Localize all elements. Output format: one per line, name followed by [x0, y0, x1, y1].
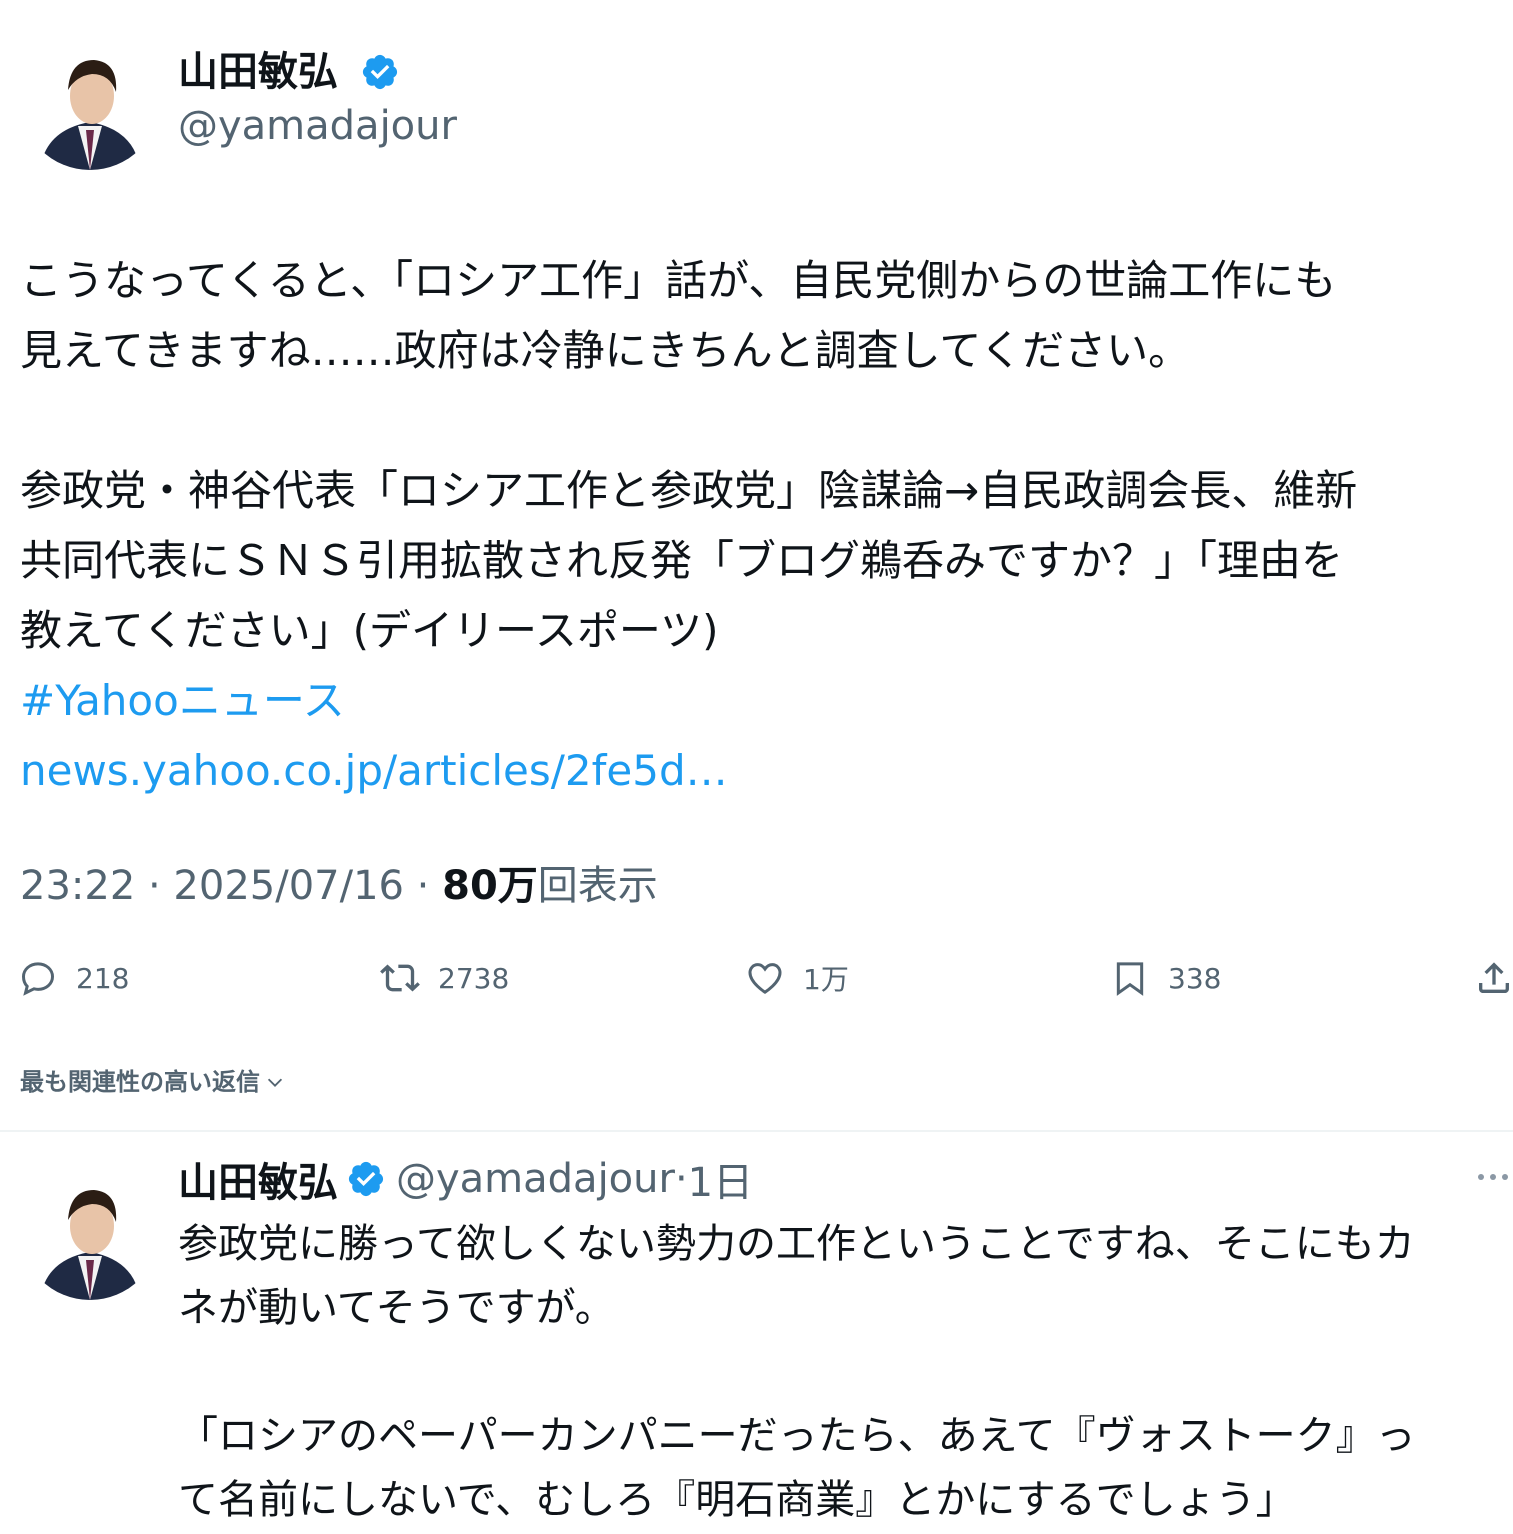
view-count-label: 回表示: [537, 863, 658, 909]
author-handle[interactable]: @yamadajour: [178, 102, 457, 150]
divider: [0, 1130, 1513, 1132]
share-button[interactable]: [1474, 950, 1513, 1006]
verified-badge-icon: [362, 54, 398, 90]
avatar-image: [20, 1160, 160, 1300]
reply-text: 参政党に勝って欲しくない勢力の工作ということですね、そこにもカ ネが動いてそうで…: [178, 1212, 1508, 1532]
action-bar: 218 2738 1万 338: [0, 950, 1513, 1006]
reply-separator: ·: [674, 1156, 688, 1202]
reply-author-handle[interactable]: @yamadajour: [396, 1156, 675, 1202]
post-paragraph-1: こうなってくると、「ロシア工作」話が、自民党側からの世論工作にも 見えてきますね…: [20, 256, 1337, 375]
reply-paragraph-2: 「ロシアのペーパーカンパニーだったら、あえて『ヴォストーク』っ て名前にしないで…: [178, 1413, 1416, 1523]
bookmark-icon: [1116, 962, 1144, 996]
repost-icon: [380, 964, 420, 992]
view-count: 80万: [442, 863, 538, 909]
more-options-icon[interactable]: [1473, 1162, 1513, 1192]
reply-timestamp[interactable]: 1日: [688, 1150, 753, 1208]
replies-sort-label: 最も関連性の高い返信: [20, 1068, 260, 1096]
post-meta: 23:22 · 2025/07/16 · 80万回表示: [20, 860, 658, 912]
reply-button[interactable]: 218: [18, 950, 129, 1006]
like-button[interactable]: 1万: [745, 950, 849, 1006]
author-name[interactable]: 山田敏弘: [178, 48, 338, 96]
reply-icon: [21, 962, 55, 996]
reply-paragraph-1: 参政党に勝って欲しくない勢力の工作ということですね、そこにもカ ネが動いてそうで…: [178, 1221, 1415, 1331]
bookmark-count: 338: [1168, 961, 1222, 995]
reply-count: 218: [76, 961, 130, 995]
post-text: こうなってくると、「ロシア工作」話が、自民党側からの世論工作にも 見えてきますね…: [20, 246, 1510, 806]
replies-sort-dropdown[interactable]: 最も関連性の高い返信: [20, 1064, 286, 1100]
article-link[interactable]: news.yahoo.co.jp/articles/2fe5d…: [20, 736, 1510, 806]
repost-count: 2738: [438, 961, 510, 995]
post-paragraph-2: 参政党・神谷代表「ロシア工作と参政党」陰謀論→自民政調会長、維新 共同代表にＳＮ…: [20, 466, 1358, 655]
verified-badge-icon: [348, 1161, 384, 1197]
reply-author-name[interactable]: 山田敏弘: [178, 1150, 338, 1208]
avatar-image: [20, 30, 160, 170]
reply-author-avatar[interactable]: [20, 1160, 160, 1300]
post-timestamp[interactable]: 23:22 · 2025/07/16 ·: [20, 863, 442, 909]
bookmark-button[interactable]: 338: [1110, 950, 1221, 1006]
heart-icon: [748, 963, 782, 994]
share-icon: [1479, 962, 1509, 993]
chevron-down-icon: [267, 1078, 283, 1087]
reply-header: 山田敏弘 @yamadajour · 1日: [178, 1154, 753, 1206]
hashtag-link[interactable]: #Yahooニュース: [20, 666, 1510, 736]
like-count: 1万: [803, 963, 849, 996]
repost-button[interactable]: 2738: [380, 950, 509, 1006]
author-avatar[interactable]: [20, 30, 160, 170]
